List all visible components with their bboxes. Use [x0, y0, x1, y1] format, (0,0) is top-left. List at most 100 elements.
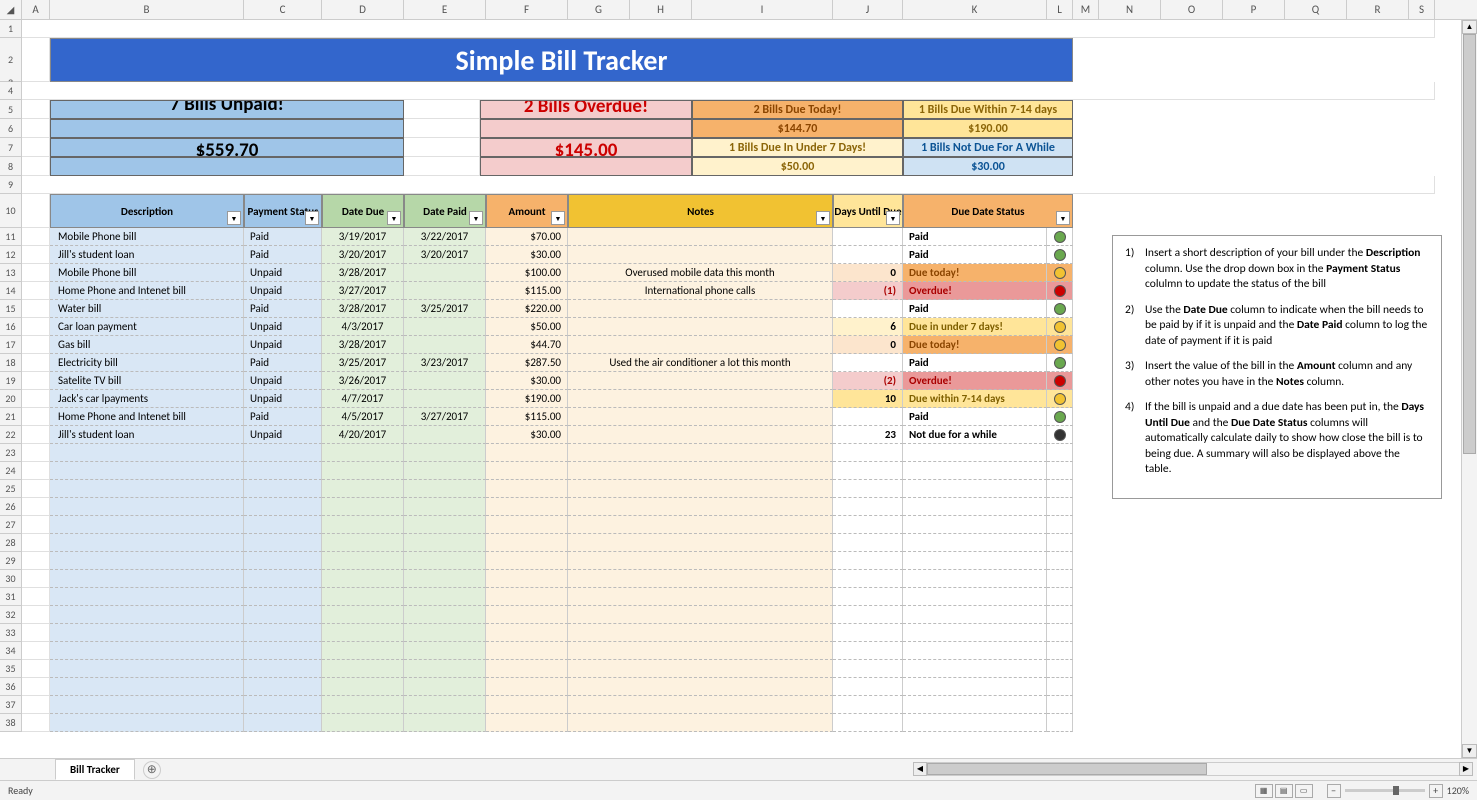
cell[interactable]	[244, 660, 322, 678]
row-header-20[interactable]: 20	[0, 390, 22, 408]
cell[interactable]	[833, 462, 903, 480]
row-header-19[interactable]: 19	[0, 372, 22, 390]
cell[interactable]	[833, 516, 903, 534]
cell[interactable]	[903, 480, 1047, 498]
cell[interactable]	[903, 498, 1047, 516]
cell-notes[interactable]: Overused mobile data this month	[568, 264, 833, 282]
header-days-until-due-filter[interactable]: ▼	[886, 211, 900, 225]
zoom-out-button[interactable]: −	[1327, 784, 1341, 798]
column-header-F[interactable]: F	[486, 0, 568, 19]
row-header-16[interactable]: 16	[0, 318, 22, 336]
column-header-P[interactable]: P	[1223, 0, 1285, 19]
cell[interactable]	[833, 624, 903, 642]
cell-due-date-status[interactable]: Due within 7-14 days	[903, 390, 1047, 408]
cell-amount[interactable]: $100.00	[486, 264, 568, 282]
cell[interactable]	[404, 588, 486, 606]
view-normal-button[interactable]: ▦	[1255, 784, 1273, 798]
column-header-E[interactable]: E	[404, 0, 486, 19]
cell[interactable]	[244, 534, 322, 552]
cell[interactable]	[1047, 570, 1073, 588]
cell[interactable]	[486, 678, 568, 696]
cell[interactable]	[404, 444, 486, 462]
cell-date-due[interactable]: 3/28/2017	[322, 300, 404, 318]
cell[interactable]	[833, 534, 903, 552]
row-header-21[interactable]: 21	[0, 408, 22, 426]
cell[interactable]	[1047, 660, 1073, 678]
header-due-date-status-filter[interactable]: ▼	[1056, 211, 1070, 225]
row-header-32[interactable]: 32	[0, 606, 22, 624]
cell[interactable]	[903, 696, 1047, 714]
header-due-date-status[interactable]: Due Date Status▼	[903, 194, 1073, 228]
cell[interactable]	[833, 588, 903, 606]
cell-description[interactable]: Water bill	[50, 300, 244, 318]
cell-date-due[interactable]: 3/19/2017	[322, 228, 404, 246]
cell-days-until-due[interactable]	[833, 246, 903, 264]
row-header-23[interactable]: 23	[0, 444, 22, 462]
row-header-36[interactable]: 36	[0, 678, 22, 696]
row-header-12[interactable]: 12	[0, 246, 22, 264]
header-payment-status-filter[interactable]: ▼	[305, 211, 319, 225]
cell[interactable]	[22, 20, 1435, 38]
cell[interactable]	[903, 534, 1047, 552]
cell[interactable]	[568, 444, 833, 462]
cell-days-until-due[interactable]	[833, 228, 903, 246]
cell[interactable]	[486, 642, 568, 660]
column-header-D[interactable]: D	[322, 0, 404, 19]
cell[interactable]	[404, 480, 486, 498]
cell[interactable]	[244, 444, 322, 462]
row-header-14[interactable]: 14	[0, 282, 22, 300]
cell[interactable]	[50, 570, 244, 588]
cell[interactable]	[568, 696, 833, 714]
cell-due-date-status[interactable]: Due today!	[903, 336, 1047, 354]
cell-notes[interactable]	[568, 246, 833, 264]
row-header-29[interactable]: 29	[0, 552, 22, 570]
cell-due-date-status[interactable]: Paid	[903, 228, 1047, 246]
cell-amount[interactable]: $190.00	[486, 390, 568, 408]
cell[interactable]	[322, 498, 404, 516]
cell[interactable]	[833, 696, 903, 714]
row-header-7[interactable]: 7	[0, 138, 22, 157]
cell-description[interactable]: Satelite TV bill	[50, 372, 244, 390]
cell[interactable]	[50, 552, 244, 570]
cell[interactable]	[244, 480, 322, 498]
cell[interactable]	[486, 570, 568, 588]
cell-description[interactable]: Jack's car lpayments	[50, 390, 244, 408]
cell-date-paid[interactable]	[404, 372, 486, 390]
column-header-B[interactable]: B	[50, 0, 244, 19]
cell-due-date-status[interactable]: Paid	[903, 246, 1047, 264]
cell[interactable]	[833, 660, 903, 678]
cell[interactable]	[1047, 534, 1073, 552]
column-header-N[interactable]: N	[1099, 0, 1161, 19]
column-header-I[interactable]: I	[692, 0, 833, 19]
cell[interactable]	[486, 534, 568, 552]
cell-description[interactable]: Jill's student loan	[50, 426, 244, 444]
column-header-R[interactable]: R	[1347, 0, 1409, 19]
cell-date-due[interactable]: 3/26/2017	[322, 372, 404, 390]
row-header-33[interactable]: 33	[0, 624, 22, 642]
cell[interactable]	[50, 588, 244, 606]
cell[interactable]	[244, 606, 322, 624]
cell-payment-status[interactable]: Unpaid	[244, 264, 322, 282]
cell-date-paid[interactable]	[404, 318, 486, 336]
cell[interactable]	[568, 534, 833, 552]
cell-days-until-due[interactable]: 0	[833, 264, 903, 282]
cell-date-paid[interactable]	[404, 264, 486, 282]
cell[interactable]	[1047, 444, 1073, 462]
cell[interactable]	[404, 696, 486, 714]
cell[interactable]	[568, 516, 833, 534]
cell-description[interactable]: Home Phone and Intenet bill	[50, 408, 244, 426]
row-header-17[interactable]: 17	[0, 336, 22, 354]
cell[interactable]	[244, 714, 322, 732]
zoom-slider-track[interactable]	[1345, 789, 1425, 792]
cell[interactable]	[833, 552, 903, 570]
cell[interactable]	[322, 516, 404, 534]
cell[interactable]	[1047, 480, 1073, 498]
cell-amount[interactable]: $115.00	[486, 282, 568, 300]
cell-amount[interactable]: $220.00	[486, 300, 568, 318]
row-header-24[interactable]: 24	[0, 462, 22, 480]
cell-days-until-due[interactable]: 23	[833, 426, 903, 444]
cell[interactable]	[903, 552, 1047, 570]
cell-date-paid[interactable]: 3/27/2017	[404, 408, 486, 426]
cell[interactable]	[50, 624, 244, 642]
cell-date-due[interactable]: 3/28/2017	[322, 336, 404, 354]
